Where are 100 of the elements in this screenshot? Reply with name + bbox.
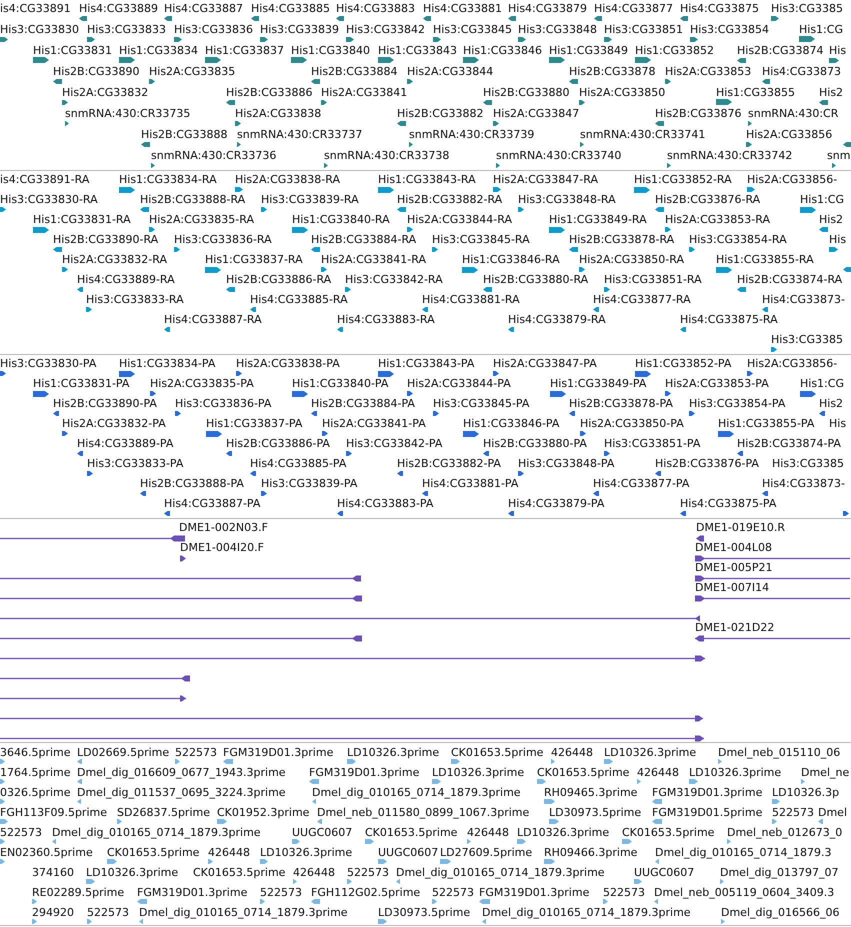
- feature-label: FGM319D01.3prime: [223, 746, 334, 758]
- feature-label: His2B:CG33890-PA: [53, 396, 157, 410]
- feature-label: CK01653.5prime: [451, 746, 544, 758]
- feature-label: His2A:CG33856: [746, 128, 832, 140]
- feature-label: 522573: [0, 826, 42, 838]
- feature-label: snmRNA:430:CR: [748, 106, 838, 120]
- feature-label: His4:CG33873-: [762, 292, 845, 306]
- feature-label: His2B:CG33886-PA: [226, 436, 330, 450]
- feature-label: His2A:CG33844-RA: [407, 212, 512, 226]
- feature-label: CK01653.5prime: [622, 826, 714, 838]
- feature-label: Dmel: [818, 806, 848, 818]
- feature-label: 426448: [467, 826, 509, 838]
- feature-label: CK01653.5prime: [537, 766, 630, 778]
- feature-label: His4:CG33877-RA: [593, 292, 691, 306]
- feature-label: His4:CG33881-RA: [422, 292, 520, 306]
- feature-label: 426448: [551, 746, 593, 758]
- feature-label: His1:CG33837-PA: [206, 416, 302, 430]
- feature-label: 522573: [772, 806, 814, 818]
- feature-label: snmRNA:430:CR33736: [151, 148, 276, 162]
- feature-label: His4:CG33879-RA: [508, 312, 606, 326]
- feature-label: RH09466.3prime: [544, 846, 638, 858]
- feature-label: LD10326.3prime: [86, 866, 178, 878]
- feature-label: His1:CG33849: [549, 44, 628, 56]
- feature-label: His4:CG33881: [423, 2, 502, 14]
- feature-label: FGM319D01.3prime: [137, 886, 248, 898]
- feature-label: DME1-005P21: [695, 560, 773, 574]
- feature-label: 522573: [347, 866, 389, 878]
- feature-label: His4:CG33875: [680, 2, 759, 14]
- feature-label: His2B:CG33886-RA: [226, 272, 332, 286]
- feature-label: LD10326.3prime: [347, 746, 440, 758]
- feature-label: 522573: [603, 886, 645, 898]
- feature-label: His2B:CG33880-PA: [483, 436, 587, 450]
- feature-label: 3646.5prime: [0, 746, 71, 758]
- feature-label: His3:CG33830-PA: [0, 356, 96, 370]
- feature-label: His2A:CG33841-PA: [322, 416, 426, 430]
- feature-label: His4:CG33885-PA: [250, 456, 346, 470]
- feature-label: CK01653.5prime: [365, 826, 458, 838]
- feature-label: Dmel_dig_016566_06: [721, 906, 840, 918]
- feature-label: LD30973.5prime: [549, 806, 642, 818]
- feature-label: Dmel_dig_010165_0714_1879.3prime: [482, 906, 691, 918]
- feature-label: LD27609.5prime: [440, 846, 532, 858]
- feature-label: His1:CG33843: [378, 44, 457, 56]
- feature-label: His3:CG33839: [260, 22, 339, 36]
- feature-label: His1:CG33852-RA: [634, 172, 732, 186]
- feature-label: His3:CG33833-RA: [86, 292, 184, 306]
- feature-label: 522573: [87, 906, 129, 918]
- feature-label: DME1-007I14: [695, 580, 770, 594]
- feature-label: His1:CG: [800, 376, 844, 390]
- feature-label: His2A:CG33856-: [747, 356, 838, 370]
- feature-label: FGM319D01.3prime: [479, 886, 590, 898]
- feature-label: His2A:CG33841: [321, 86, 408, 98]
- feature-label: His2B:CG33886: [226, 86, 313, 98]
- feature-label: His2B:CG33888-PA: [140, 476, 244, 490]
- feature-label: His2B:CG33888-RA: [140, 192, 246, 206]
- feature-label: His3:CG33836: [174, 22, 253, 36]
- feature-label: His4:CG33885: [251, 2, 330, 14]
- feature-label: His4:CG33889-RA: [77, 272, 175, 286]
- feature-label: His2B:CG33878-RA: [569, 232, 674, 246]
- feature-label: His1:CG33831-PA: [33, 376, 130, 390]
- feature-label: His2A:CG33853-PA: [665, 376, 769, 390]
- feature-label: Dmel_neb_005119_0604_3409.3: [654, 886, 834, 898]
- feature-label: His4:CG33887: [164, 2, 243, 14]
- feature-label: His2B:CG33876-PA: [655, 456, 759, 470]
- feature-label: Dmel_dig_010165_0714_1879.3prime: [52, 826, 261, 838]
- feature-label: His3:CG3385: [771, 2, 843, 14]
- feature-label: His1:CG33855: [716, 86, 795, 98]
- feature-label: Dmel_dig_010165_0714_1879.3prime: [312, 786, 521, 798]
- feature-label: RE02289.5prime: [32, 886, 124, 898]
- feature-label: DME1-002N03.F: [179, 520, 268, 534]
- feature-label: 0326.5prime: [0, 786, 71, 798]
- feature-label: LD10326.3prime: [432, 766, 524, 778]
- feature-label: His1:CG33840-RA: [292, 212, 390, 226]
- feature-label: His1:CG33855-PA: [718, 416, 814, 430]
- feature-label: LD02669.5prime: [77, 746, 170, 758]
- feature-label: His4:CG33881-PA: [422, 476, 518, 490]
- feature-label: His2A:CG33838-PA: [236, 356, 340, 370]
- feature-label: Dmel_ne: [801, 766, 850, 778]
- feature-label: snmRNA:430:CR33738: [324, 148, 450, 162]
- feature-label: CK01653.5prime: [107, 846, 200, 858]
- feature-label: EN02360.5prime: [0, 846, 93, 858]
- feature-label: His2A:CG33832-PA: [62, 416, 166, 430]
- feature-label: His1:CG33834-RA: [119, 172, 217, 186]
- feature-label: His3:CG33845-RA: [432, 232, 530, 246]
- feature-label: His2: [819, 212, 844, 226]
- feature-label: His4:CG33877: [594, 2, 673, 14]
- feature-label: His: [829, 232, 846, 246]
- feature-label: 426448: [293, 866, 335, 878]
- feature-label: His3:CG33833-PA: [87, 456, 184, 470]
- feature-label: His3:CG33851-RA: [604, 272, 702, 286]
- feature-label: His3:CG33842: [346, 22, 425, 36]
- feature-label: His4:CG33879: [508, 2, 587, 14]
- feature-label: DME1-004L08: [695, 540, 772, 554]
- feature-label: His2A:CG33832-RA: [62, 252, 167, 266]
- feature-label: His4:CG33873: [762, 64, 841, 78]
- feature-label: His2A:CG33835: [149, 64, 236, 78]
- feature-label: His2A:CG33832: [62, 86, 148, 98]
- feature-label: His2B:CG33882-PA: [397, 456, 501, 470]
- feature-label: CK01653.5prime: [193, 866, 286, 878]
- feature-label: His2A:CG33850-RA: [579, 252, 684, 266]
- feature-label: 522573: [432, 886, 474, 898]
